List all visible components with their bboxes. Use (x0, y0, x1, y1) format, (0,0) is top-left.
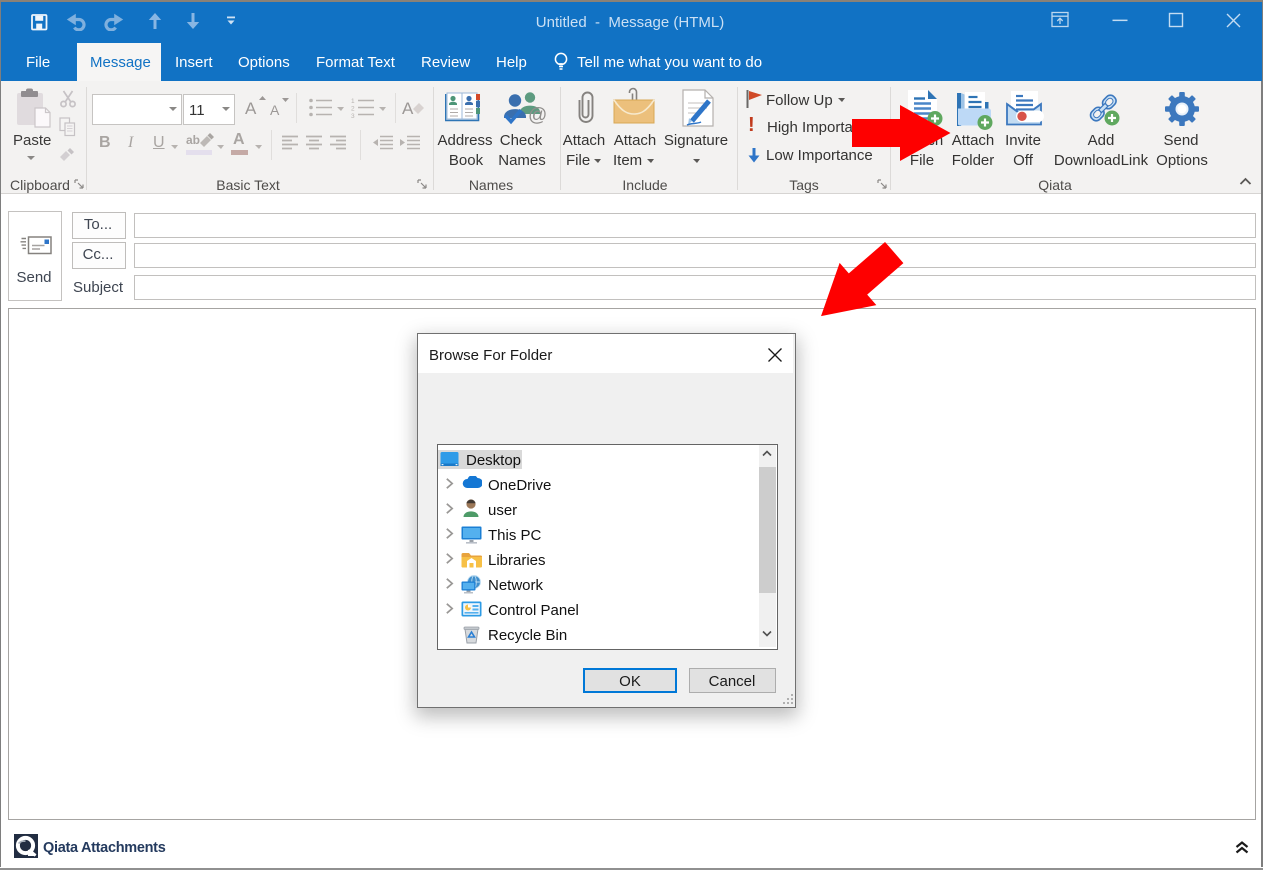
svg-text:3: 3 (351, 113, 355, 119)
svg-text:2: 2 (351, 106, 355, 113)
svg-text:1: 1 (351, 98, 355, 105)
